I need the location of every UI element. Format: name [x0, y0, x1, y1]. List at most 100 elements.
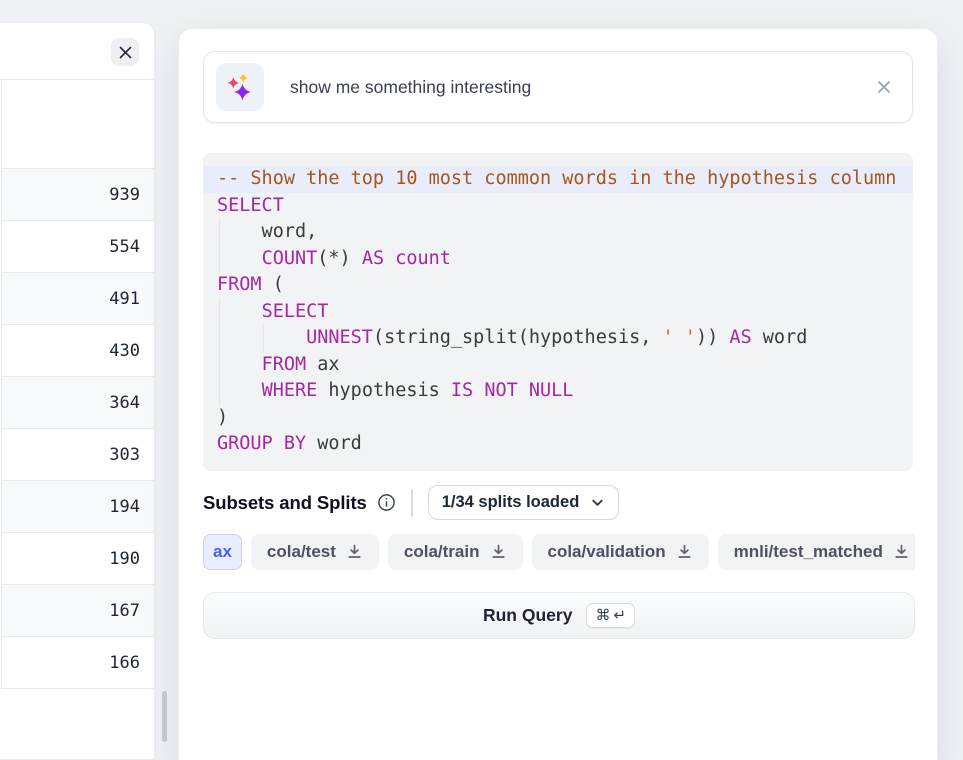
chevron-down-icon [590, 495, 605, 510]
table-row[interactable]: 491 [2, 273, 154, 325]
sql-comment: -- Show the top 10 most common words in … [217, 168, 896, 189]
sql-keyword: GROUP BY [217, 433, 306, 454]
code-line: FROM ( [203, 272, 913, 299]
count-cell: 303 [109, 445, 140, 465]
code-line: GROUP BY word [203, 431, 913, 458]
count-cell: 491 [109, 289, 140, 309]
sparkles-icon [216, 63, 264, 111]
table-row[interactable]: 364 [2, 377, 154, 429]
code-line: ) [203, 405, 913, 432]
run-query-label: Run Query [483, 605, 572, 626]
count-cell: 554 [109, 237, 140, 257]
code-line: word, [203, 219, 913, 246]
code-line: UNNEST(string_split(hypothesis, ' ')) AS… [203, 325, 913, 352]
split-chip-mnli-test-matched[interactable]: mnli/test_matched [718, 534, 915, 570]
table-row[interactable]: 166 [2, 637, 154, 689]
split-chip-label: cola/test [267, 542, 336, 562]
return-key-icon: ↵ [613, 606, 626, 624]
count-cell: 167 [109, 601, 140, 621]
info-icon[interactable] [377, 493, 396, 512]
sql-keyword: AS [729, 327, 751, 348]
table-row[interactable]: 194 [2, 481, 154, 533]
table-row[interactable]: 939 [2, 169, 154, 221]
subsets-and-splits-bar: Subsets and Splits 1/34 splits loaded [203, 485, 913, 521]
sql-text [217, 248, 262, 269]
splits-loaded-label: 1/34 splits loaded [442, 493, 580, 512]
sql-text [217, 327, 306, 348]
results-table-panel: 939 554 491 430 364 303 194 190 167 166 [0, 22, 155, 760]
sql-text [217, 354, 262, 375]
sql-keyword: SELECT [217, 195, 284, 216]
split-chip-label: ax [213, 542, 232, 562]
vertical-scrollbar-thumb[interactable] [162, 691, 167, 742]
table-row[interactable]: 430 [2, 325, 154, 377]
results-table-header [0, 23, 154, 80]
sql-text: ( [262, 274, 284, 295]
sql-console-panel: show me something interesting -- Show th… [178, 28, 938, 760]
clear-query-button[interactable] [874, 77, 894, 97]
page: 939 554 491 430 364 303 194 190 167 166 show me s… [0, 0, 963, 760]
sql-keyword: FROM [217, 274, 262, 295]
count-cell: 939 [109, 185, 140, 205]
sql-keyword: UNNEST [306, 327, 373, 348]
split-chip-label: mnli/test_matched [734, 542, 883, 562]
ai-query-input[interactable]: show me something interesting [203, 51, 913, 123]
code-line: SELECT [203, 193, 913, 220]
sql-text: )) [696, 327, 729, 348]
table-row[interactable]: 554 [2, 221, 154, 273]
sql-keyword: WHERE [262, 380, 318, 401]
split-chip-cola-train[interactable]: cola/train [388, 534, 523, 570]
split-chips-row: ax cola/test cola/train cola/validation mnli… [203, 534, 915, 570]
sql-text: (*) [317, 248, 362, 269]
table-row[interactable] [2, 80, 154, 169]
count-cell: 194 [109, 497, 140, 517]
close-icon [119, 46, 132, 59]
split-chip-label: cola/validation [548, 542, 666, 562]
download-icon [490, 543, 507, 560]
splits-loaded-dropdown[interactable]: 1/34 splits loaded [428, 485, 620, 520]
count-cell: 364 [109, 393, 140, 413]
sql-text [217, 301, 262, 322]
count-cell: 190 [109, 549, 140, 569]
sql-text [217, 380, 262, 401]
count-cell: 430 [109, 341, 140, 361]
divider [411, 489, 413, 517]
subsets-title: Subsets and Splits [203, 492, 367, 514]
sql-editor[interactable]: -- Show the top 10 most common words in … [203, 153, 913, 471]
sql-text: ) [217, 407, 228, 428]
close-results-button[interactable] [111, 38, 139, 66]
sql-keyword: COUNT [262, 248, 318, 269]
split-chip-label: cola/train [404, 542, 480, 562]
download-icon [346, 543, 363, 560]
split-chip-ax[interactable]: ax [203, 534, 242, 570]
sql-keyword: AS count [362, 248, 451, 269]
sql-text: word [306, 433, 362, 454]
table-row[interactable]: 190 [2, 533, 154, 585]
sql-text: (string_split(hypothesis, [373, 327, 663, 348]
code-line: -- Show the top 10 most common words in … [203, 166, 913, 193]
sql-keyword: IS NOT NULL [451, 380, 574, 401]
code-line: WHERE hypothesis IS NOT NULL [203, 378, 913, 405]
download-icon [676, 543, 693, 560]
download-icon [893, 543, 910, 560]
split-chip-cola-test[interactable]: cola/test [251, 534, 379, 570]
sql-keyword: SELECT [262, 301, 329, 322]
code-line: SELECT [203, 299, 913, 326]
code-line: FROM ax [203, 352, 913, 379]
split-chip-cola-validation[interactable]: cola/validation [532, 534, 709, 570]
table-row[interactable]: 167 [2, 585, 154, 637]
sql-text: word, [217, 221, 317, 242]
cmd-key-icon: ⌘ [595, 606, 610, 624]
sql-text: word [752, 327, 808, 348]
table-row[interactable]: 303 [2, 429, 154, 481]
sql-text: ax [306, 354, 339, 375]
keyboard-shortcut-badge: ⌘ ↵ [586, 603, 635, 628]
run-query-button[interactable]: Run Query ⌘ ↵ [203, 592, 915, 639]
code-line: COUNT(*) AS count [203, 246, 913, 273]
count-cell: 166 [109, 653, 140, 673]
x-icon [874, 77, 894, 97]
sql-string: ' ' [663, 327, 696, 348]
results-table-body: 939 554 491 430 364 303 194 190 167 166 [1, 80, 154, 689]
sql-keyword: FROM [262, 354, 307, 375]
ai-query-text: show me something interesting [290, 77, 848, 98]
